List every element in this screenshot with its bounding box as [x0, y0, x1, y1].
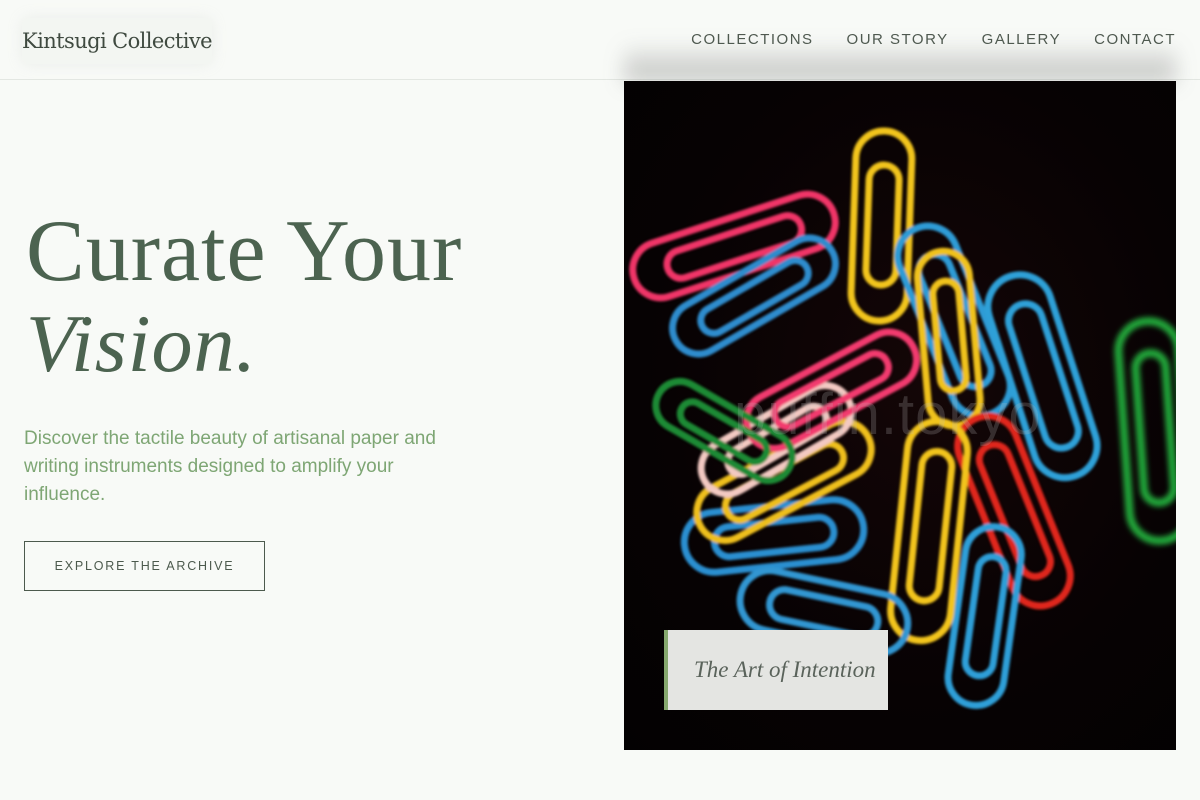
hero-title: Curate Your Vision.: [26, 206, 462, 390]
explore-archive-button[interactable]: EXPLORE THE ARCHIVE: [24, 541, 265, 591]
hero-title-line1: Curate Your: [26, 203, 463, 300]
hero-subtitle: Discover the tactile beauty of artisanal…: [24, 428, 436, 505]
watermark: puffin.tokyo: [734, 382, 1042, 447]
hero-title-line2: Vision.: [26, 298, 257, 389]
image-caption: The Art of Intention: [664, 630, 888, 710]
logo[interactable]: Kintsugi Collective: [22, 18, 213, 64]
image-shadow: [624, 46, 1176, 82]
